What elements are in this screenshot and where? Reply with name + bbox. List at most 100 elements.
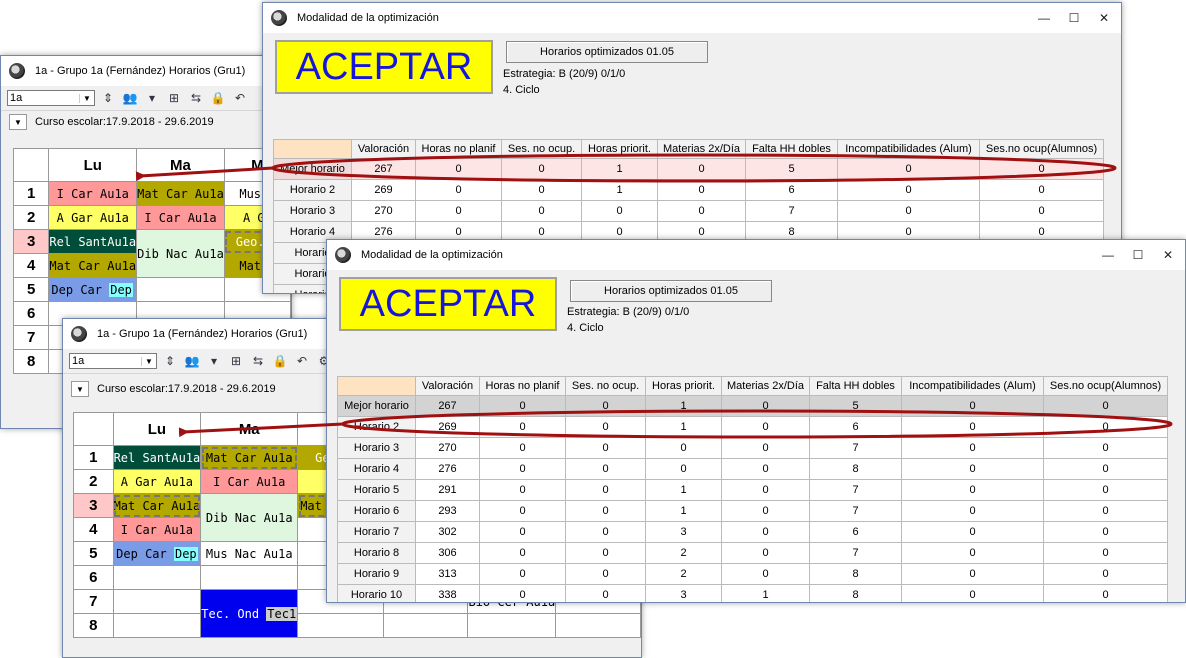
grid-icon[interactable]: ⊞ bbox=[165, 89, 183, 107]
column-header[interactable]: Horas no planif bbox=[479, 376, 566, 396]
table-row[interactable]: Horario 3 270 0 0 0 0 7 0 0 bbox=[337, 437, 1168, 459]
lesson-cell[interactable]: A Gar Au1a bbox=[48, 205, 138, 230]
people-icon[interactable]: 👥 bbox=[183, 352, 201, 370]
minimize-icon[interactable]: — bbox=[1033, 9, 1055, 27]
lesson-cell[interactable] bbox=[136, 277, 225, 302]
lock-icon[interactable]: 🔒 bbox=[209, 89, 227, 107]
lesson-cell[interactable]: Dep Car Dep bbox=[48, 277, 138, 302]
column-header[interactable]: Valoración bbox=[351, 139, 416, 159]
column-header[interactable]: Valoración bbox=[415, 376, 480, 396]
lesson-cell[interactable]: I Car Au1a bbox=[48, 181, 138, 206]
table-cell: 0 bbox=[657, 158, 746, 180]
undo-icon[interactable]: ↶ bbox=[231, 89, 249, 107]
class-select[interactable]: 1a ▼ bbox=[69, 353, 157, 369]
lesson-cell[interactable] bbox=[555, 613, 641, 638]
column-header[interactable]: Materias 2x/Día bbox=[721, 376, 810, 396]
column-header[interactable]: Ses. no ocup. bbox=[565, 376, 646, 396]
chevron-down-icon[interactable]: ▾ bbox=[143, 89, 161, 107]
transfer-icon[interactable]: ⇆ bbox=[249, 352, 267, 370]
lesson-cell[interactable]: I Car Au1a bbox=[136, 205, 225, 230]
undo-icon[interactable]: ↶ bbox=[293, 352, 311, 370]
minimize-icon[interactable]: — bbox=[1097, 246, 1119, 264]
maximize-icon[interactable]: ☐ bbox=[1127, 246, 1149, 264]
column-header[interactable]: Horas priorit. bbox=[645, 376, 722, 396]
table-row[interactable]: Horario 3 270 0 0 0 0 7 0 0 bbox=[273, 200, 1104, 222]
lesson-cell[interactable]: Mat Car Au1a bbox=[112, 493, 202, 518]
term-dropdown-button[interactable]: ▼ bbox=[71, 381, 89, 397]
lesson-cell[interactable]: Mat Car Au1a bbox=[200, 445, 299, 470]
window-controls: — ☐ ✕ bbox=[1033, 9, 1115, 27]
maximize-icon[interactable]: ☐ bbox=[1063, 9, 1085, 27]
lesson-cell[interactable]: Dib Nac Au1a bbox=[136, 229, 225, 278]
table-cell: 270 bbox=[415, 437, 480, 459]
day-header[interactable]: Lu bbox=[112, 412, 202, 446]
column-header[interactable]: Ses.no ocup(Alumnos) bbox=[1043, 376, 1168, 396]
table-row[interactable]: Horario 8 306 0 0 2 0 7 0 0 bbox=[337, 542, 1168, 564]
table-cell: 0 bbox=[479, 437, 566, 459]
grid-icon[interactable]: ⊞ bbox=[227, 352, 245, 370]
period-number: 1 bbox=[73, 445, 114, 470]
table-row[interactable]: Horario 2 269 0 0 1 0 6 0 0 bbox=[337, 416, 1168, 438]
dialog-titlebar[interactable]: Modalidad de la optimización — ☐ ✕ bbox=[263, 3, 1121, 33]
lesson-cell[interactable] bbox=[112, 589, 202, 614]
chevron-down-icon[interactable]: ▾ bbox=[205, 352, 223, 370]
lesson-cell[interactable] bbox=[297, 613, 384, 638]
people-icon[interactable]: 👥 bbox=[121, 89, 139, 107]
strategy-label: Estrategia: B (20/9) 0/1/0 bbox=[503, 68, 626, 80]
lesson-cell[interactable]: Rel SantAu1a bbox=[48, 229, 138, 254]
term-dropdown-button[interactable]: ▼ bbox=[9, 114, 27, 130]
lesson-cell[interactable]: Tec. Ond Tec1 bbox=[200, 589, 299, 638]
table-row[interactable]: Horario 4 276 0 0 0 0 8 0 0 bbox=[337, 458, 1168, 480]
lesson-cell[interactable]: Mat Car Au1a bbox=[48, 253, 138, 278]
row-label: Horario 2 bbox=[273, 179, 352, 201]
lesson-cell[interactable] bbox=[200, 565, 299, 590]
column-header[interactable]: Incompatibilidades (Alum) bbox=[901, 376, 1044, 396]
transfer-icon[interactable]: ⇆ bbox=[187, 89, 205, 107]
lesson-cell[interactable]: A Gar Au1a bbox=[112, 469, 202, 494]
lesson-cell[interactable] bbox=[112, 565, 202, 590]
lesson-cell[interactable]: Mat Car Au1a bbox=[136, 181, 225, 206]
table-row[interactable]: Horario 9 313 0 0 2 0 8 0 0 bbox=[337, 563, 1168, 585]
lesson-cell[interactable] bbox=[467, 613, 557, 638]
lesson-cell[interactable]: I Car Au1a bbox=[200, 469, 299, 494]
table-row[interactable]: Horario 10 338 0 0 3 1 8 0 0 bbox=[337, 584, 1168, 602]
column-header[interactable]: Falta HH dobles bbox=[745, 139, 838, 159]
column-header[interactable]: Falta HH dobles bbox=[809, 376, 902, 396]
dialog-titlebar[interactable]: Modalidad de la optimización — ☐ ✕ bbox=[327, 240, 1185, 270]
lesson-cell[interactable]: Dep Car Dep bbox=[112, 541, 202, 566]
column-header[interactable]: Ses. no ocup. bbox=[501, 139, 582, 159]
lock-icon[interactable]: 🔒 bbox=[271, 352, 289, 370]
column-header[interactable]: Horas priorit. bbox=[581, 139, 658, 159]
accept-button[interactable]: ACEPTAR bbox=[275, 40, 493, 94]
app-icon bbox=[271, 10, 287, 26]
table-row[interactable]: Mejor horario 267 0 0 1 0 5 0 0 bbox=[273, 158, 1104, 180]
column-header[interactable]: Incompatibilidades (Alum) bbox=[837, 139, 980, 159]
table-row[interactable]: Horario 5 291 0 0 1 0 7 0 0 bbox=[337, 479, 1168, 501]
close-icon[interactable]: ✕ bbox=[1093, 9, 1115, 27]
table-cell: 1 bbox=[645, 395, 722, 417]
day-header[interactable]: Ma bbox=[200, 412, 299, 446]
column-header[interactable]: Horas no planif bbox=[415, 139, 502, 159]
class-select[interactable]: 1a ▼ bbox=[7, 90, 95, 106]
column-header[interactable]: Ses.no ocup(Alumnos) bbox=[979, 139, 1104, 159]
column-header[interactable]: Materias 2x/Día bbox=[657, 139, 746, 159]
spin-icon[interactable]: ⇕ bbox=[99, 89, 117, 107]
lesson-cell[interactable] bbox=[112, 613, 202, 638]
lesson-cell[interactable]: I Car Au1a bbox=[112, 517, 202, 542]
table-row[interactable]: Horario 7 302 0 0 3 0 6 0 0 bbox=[337, 521, 1168, 543]
spin-icon[interactable]: ⇕ bbox=[161, 352, 179, 370]
close-icon[interactable]: ✕ bbox=[1157, 246, 1179, 264]
period-number: 3 bbox=[12, 229, 50, 254]
lesson-cell[interactable]: Dib Nac Au1a bbox=[200, 493, 299, 542]
lesson-cell[interactable]: Mus Nac Au1a bbox=[200, 541, 299, 566]
day-header[interactable]: Lu bbox=[48, 148, 138, 182]
lesson-cell[interactable]: Rel SantAu1a bbox=[112, 445, 202, 470]
back-schedule-titlebar[interactable]: 1a - Grupo 1a (Fernández) Horarios (Gru1… bbox=[1, 56, 291, 86]
table-row[interactable]: Horario 6 293 0 0 1 0 7 0 0 bbox=[337, 500, 1168, 522]
lesson-cell[interactable] bbox=[382, 613, 469, 638]
table-row[interactable]: Horario 2 269 0 0 1 0 6 0 0 bbox=[273, 179, 1104, 201]
table-row[interactable]: Mejor horario 267 0 0 1 0 5 0 0 bbox=[337, 395, 1168, 417]
table-cell: 0 bbox=[415, 179, 502, 201]
day-header[interactable]: Ma bbox=[136, 148, 225, 182]
accept-button[interactable]: ACEPTAR bbox=[339, 277, 557, 331]
